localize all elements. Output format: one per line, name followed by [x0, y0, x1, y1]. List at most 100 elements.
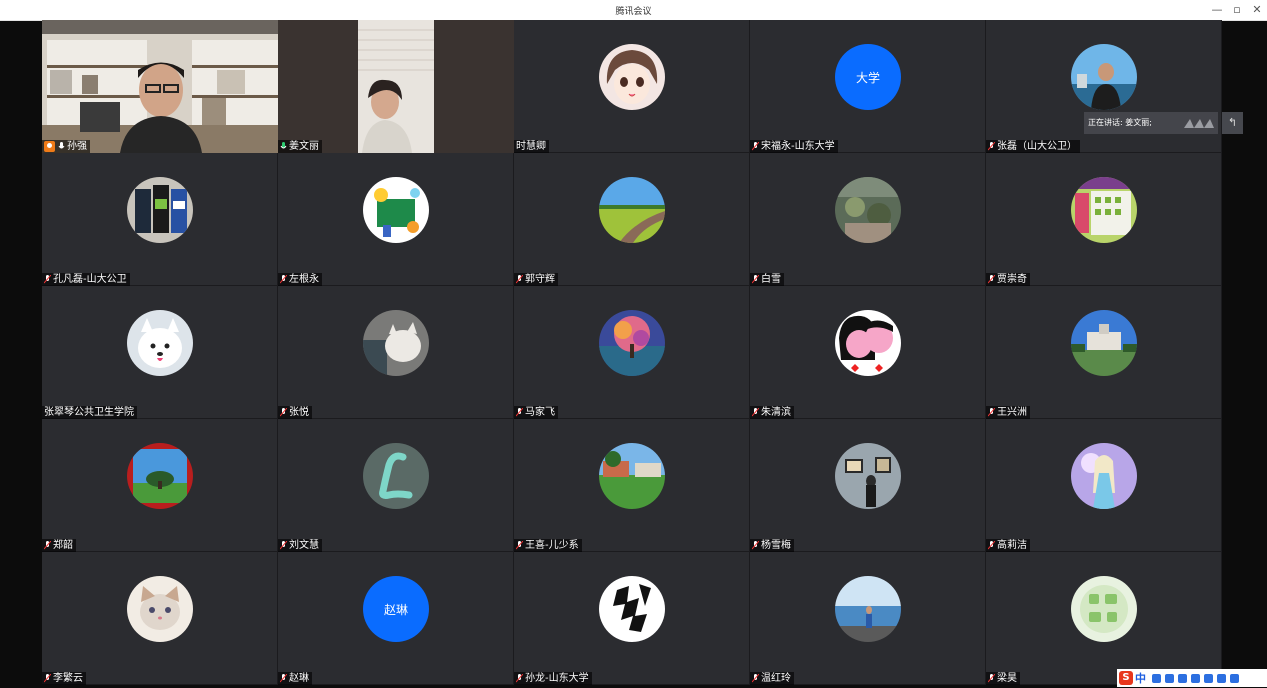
- participant-name-bar: 郑韶: [42, 539, 76, 552]
- microphone-muted-icon: [752, 275, 759, 284]
- building-avatar: [1071, 310, 1137, 376]
- text-avatar: 大学: [835, 44, 901, 110]
- participant-tile[interactable]: 白雪: [750, 153, 986, 286]
- participant-tile[interactable]: 王喜-儿少系: [514, 419, 750, 552]
- participant-tile[interactable]: 高莉洁: [986, 419, 1222, 552]
- participant-name: 赵琳: [289, 673, 309, 684]
- kitten-avatar: [127, 576, 193, 642]
- calligraphy-dragon-avatar: [599, 576, 665, 642]
- microphone-muted-icon: [516, 275, 523, 284]
- participant-tile[interactable]: 马家飞: [514, 286, 750, 419]
- microphone-muted-icon: [752, 142, 759, 151]
- participant-name-bar: 郭守辉: [514, 273, 558, 286]
- toolbox-icon[interactable]: [1204, 673, 1213, 683]
- punctuation-icon[interactable]: [1152, 673, 1161, 683]
- participant-tile[interactable]: 郭守辉: [514, 153, 750, 286]
- participant-tile[interactable]: 孙龙-山东大学: [514, 552, 750, 685]
- person-boat-avatar: [1071, 44, 1137, 110]
- ime-toolbar[interactable]: S 中: [1117, 669, 1267, 687]
- participant-tile-active-speaker[interactable]: 姜文丽: [278, 20, 514, 153]
- participant-tile[interactable]: 孔凡磊-山大公卫: [42, 153, 278, 286]
- participant-name: 刘文慧: [289, 540, 319, 551]
- ime-mode-toggle[interactable]: 中: [1135, 670, 1146, 686]
- participant-name-bar: 李繁云: [42, 672, 86, 685]
- participant-tile[interactable]: 刘文慧: [278, 419, 514, 552]
- participant-tile[interactable]: 温红玲: [750, 552, 986, 685]
- participant-name: 孔凡磊-山大公卫: [53, 274, 127, 285]
- participant-name: 王兴洲: [997, 407, 1027, 418]
- participant-name: 白雪: [761, 274, 781, 285]
- participant-tile[interactable]: 张悦: [278, 286, 514, 419]
- participant-name: 张翠琴公共卫生学院: [44, 407, 134, 418]
- princess-avatar: [1071, 443, 1137, 509]
- participant-tile[interactable]: 贾崇奇: [986, 153, 1222, 286]
- participant-name-bar: 宋福永-山东大学: [750, 140, 838, 153]
- voice-icon[interactable]: [1178, 673, 1187, 683]
- participant-tile[interactable]: 左根永: [278, 153, 514, 286]
- participant-tile[interactable]: 张翠琴公共卫生学院: [42, 286, 278, 419]
- green-text-avatar: [1071, 576, 1137, 642]
- garden-avatar: [835, 177, 901, 243]
- microphone-muted-icon: [988, 408, 995, 417]
- minimize-icon[interactable]: —: [1209, 2, 1225, 18]
- participant-tile[interactable]: 李繁云: [42, 552, 278, 685]
- emoji-icon[interactable]: [1165, 673, 1174, 683]
- collapse-panel-button[interactable]: ↰: [1222, 112, 1243, 134]
- participant-name-bar: 温红玲: [750, 672, 794, 685]
- participant-name-bar: 张翠琴公共卫生学院: [42, 406, 137, 419]
- participant-name-bar: 张悦: [278, 406, 312, 419]
- video-feed: [42, 20, 278, 153]
- microphone-muted-icon: [280, 408, 287, 417]
- microphone-muted-icon: [44, 275, 51, 284]
- participant-tile[interactable]: 孙强: [42, 20, 278, 153]
- microphone-muted-icon: [752, 541, 759, 550]
- keyboard-icon[interactable]: [1191, 673, 1200, 683]
- participant-name: 宋福永-山东大学: [761, 141, 835, 152]
- participant-name-bar: 孙龙-山东大学: [514, 672, 592, 685]
- participant-tile[interactable]: 王兴洲: [986, 286, 1222, 419]
- participant-name-bar: 王喜-儿少系: [514, 539, 582, 552]
- participant-tile[interactable]: 杨雪梅: [750, 419, 986, 552]
- grid-menu-icon[interactable]: [1230, 673, 1239, 683]
- microphone-muted-icon: [516, 408, 523, 417]
- anime-girl-avatar: [599, 44, 665, 110]
- microphone-icon: [58, 142, 65, 149]
- close-icon[interactable]: ✕: [1249, 2, 1265, 18]
- participant-name-bar: 张磊（山大公卫）: [986, 140, 1080, 153]
- participant-name-bar: 姜文丽: [278, 140, 322, 153]
- participant-name-bar: 王兴洲: [986, 406, 1030, 419]
- speaking-label: 正在讲话: 姜文丽;: [1088, 118, 1152, 127]
- skin-icon[interactable]: [1217, 673, 1226, 683]
- gallery-avatar: [835, 443, 901, 509]
- microphone-muted-icon: [44, 674, 51, 683]
- window-titlebar: 腾讯会议 — ▫ ✕: [0, 0, 1267, 21]
- participant-name: 姜文丽: [289, 141, 319, 152]
- participant-name: 孙龙-山东大学: [525, 673, 589, 684]
- colorful-tree-avatar: [599, 310, 665, 376]
- white-dog-avatar: [127, 310, 193, 376]
- cartoon-couple-avatar: [835, 310, 901, 376]
- participant-tile[interactable]: 郑韶: [42, 419, 278, 552]
- participant-name: 郑韶: [53, 540, 73, 551]
- participant-name: 高莉洁: [997, 540, 1027, 551]
- cat-avatar: [363, 310, 429, 376]
- participant-name: 孙强: [67, 141, 87, 152]
- participant-name-bar: 孙强: [42, 140, 90, 153]
- tree-landscape-avatar: [127, 443, 193, 509]
- participant-grid: 孙强 姜文丽 时慧卿 大学 宋福永-山东大学 张磊（山大公卫） 孔凡磊-山大公卫…: [42, 20, 1222, 685]
- participant-tile[interactable]: 时慧卿: [514, 20, 750, 153]
- microphone-muted-icon: [988, 541, 995, 550]
- participant-name: 郭守辉: [525, 274, 555, 285]
- participant-name-bar: 朱清滨: [750, 406, 794, 419]
- participant-name: 张磊（山大公卫）: [997, 141, 1077, 152]
- participant-tile[interactable]: 大学 宋福永-山东大学: [750, 20, 986, 153]
- restore-icon[interactable]: ▫: [1229, 2, 1245, 18]
- microphone-muted-icon: [280, 275, 287, 284]
- participant-tile[interactable]: 梁昊: [986, 552, 1222, 685]
- video-feed: [278, 20, 514, 153]
- participant-tile[interactable]: 赵琳 赵琳: [278, 552, 514, 685]
- window-title: 腾讯会议: [615, 7, 652, 17]
- participant-tile[interactable]: 朱清滨: [750, 286, 986, 419]
- sogou-logo-icon: S: [1119, 671, 1133, 685]
- text-avatar: 赵琳: [363, 576, 429, 642]
